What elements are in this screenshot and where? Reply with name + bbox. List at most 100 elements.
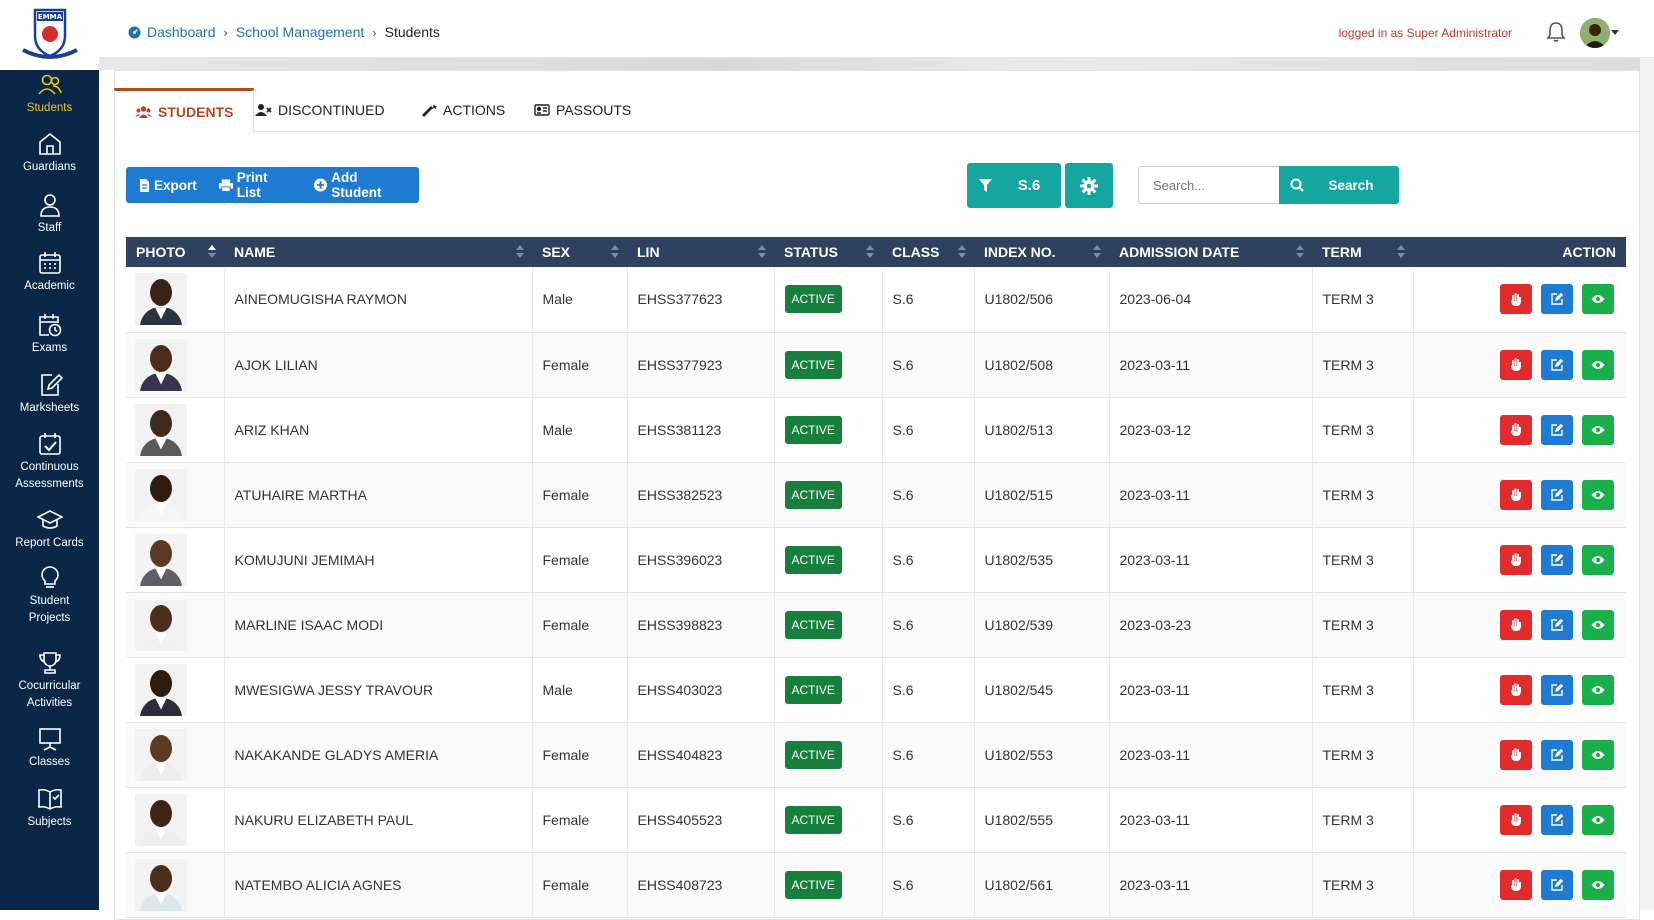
column-header-lin[interactable]: LIN [627,237,774,267]
view-button[interactable] [1582,349,1614,380]
sort-arrows-icon[interactable] [208,245,216,259]
sidebar-item-cocurricular-activities[interactable]: Cocurricular Activities [0,650,99,712]
table-row[interactable]: NATEMBO ALICIA AGNES Female EHSS408723 ACTI… [126,852,1626,917]
sidebar-item-academic[interactable]: Academic [0,250,99,295]
discontinue-button[interactable] [1500,804,1532,835]
student-lin: EHSS381123 [627,397,775,462]
view-button[interactable] [1582,609,1614,640]
scrollbar[interactable] [1640,58,1654,910]
breadcrumb-dashboard[interactable]: Dashboard [147,24,216,40]
discontinue-button[interactable] [1500,609,1532,640]
sort-arrows-icon[interactable] [1397,245,1405,259]
chevron-down-icon[interactable] [1611,30,1619,35]
column-header-class[interactable]: CLASS [882,237,974,267]
sidebar-item-students[interactable]: Students [0,72,99,117]
edit-button[interactable] [1541,414,1573,445]
table-row[interactable]: MWESIGWA JESSY TRAVOUR Male EHSS403023 ACTI… [126,657,1626,722]
student-photo[interactable] [135,728,187,781]
column-header-index-no[interactable]: INDEX NO. [974,237,1109,267]
edit-button[interactable] [1541,869,1573,900]
table-row[interactable]: AINEOMUGISHA RAYMON Male EHSS377623 ACTIVE S… [126,267,1626,332]
sidebar-item-student-projects[interactable]: Student Projects [0,565,99,627]
search-input[interactable] [1138,166,1279,204]
settings-button[interactable] [1065,163,1113,208]
edit-button[interactable] [1541,544,1573,575]
column-header-admission-date[interactable]: ADMISSION DATE [1109,237,1312,267]
column-header-sex[interactable]: SEX [532,237,627,267]
table-row[interactable]: ARIZ KHAN Male EHSS381123 ACTIVE S.6 U1802/51… [126,397,1626,462]
tab-passouts[interactable]: PASSOUTS [514,88,651,132]
student-photo[interactable] [135,468,187,521]
discontinue-button[interactable] [1500,869,1532,900]
column-header-name[interactable]: NAME [224,237,532,267]
view-button[interactable] [1582,414,1614,445]
sort-arrows-icon[interactable] [611,245,619,259]
sort-arrows-icon[interactable] [866,245,874,259]
table-row[interactable]: ATUHAIRE MARTHA Female EHSS382523 ACTIVE S.6… [126,462,1626,527]
discontinue-button[interactable] [1500,479,1532,510]
column-header-status[interactable]: STATUS [774,237,882,267]
view-button[interactable] [1582,869,1614,900]
student-photo[interactable] [135,663,187,716]
student-photo[interactable] [135,793,187,846]
sidebar-item-marksheets[interactable]: Marksheets [0,372,99,417]
school-logo[interactable]: EMMA [0,0,99,70]
breadcrumb-school-management[interactable]: School Management [236,24,364,40]
table-row[interactable]: KOMUJUNI JEMIMAH Female EHSS396023 ACTIVE S.… [126,527,1626,592]
edit-button[interactable] [1541,804,1573,835]
edit-button[interactable] [1541,674,1573,705]
user-avatar[interactable] [1580,18,1610,48]
edit-button[interactable] [1541,609,1573,640]
discontinue-button[interactable] [1500,349,1532,380]
table-row[interactable]: NAKURU ELIZABETH PAUL Female EHSS405523 ACT… [126,787,1626,852]
tab-students[interactable]: STUDENTS [114,88,255,133]
sidebar-item-continuous-assessments[interactable]: Continuous Assessments [0,431,99,493]
sidebar-item-subjects[interactable]: Subjects [0,786,99,831]
sidebar-item-report-cards[interactable]: Report Cards [0,507,99,552]
student-photo[interactable] [135,403,187,456]
discontinue-button[interactable] [1500,414,1532,445]
export-button[interactable]: Export [126,178,210,193]
sidebar-item-classes[interactable]: Classes [0,726,99,771]
sidebar-item-staff[interactable]: Staff [0,192,99,237]
sort-arrows-icon[interactable] [758,245,766,259]
student-photo[interactable] [135,273,187,326]
bell-icon[interactable] [1546,21,1566,48]
sort-arrows-icon[interactable] [516,245,524,259]
view-button[interactable] [1582,804,1614,835]
column-header-term[interactable]: TERM [1312,237,1413,267]
table-row[interactable]: AJOK LILIAN Female EHSS377923 ACTIVE S.6 U180… [126,332,1626,397]
view-button[interactable] [1582,544,1614,575]
view-button[interactable] [1582,479,1614,510]
table-row[interactable]: NAKAKANDE GLADYS AMERIA Female EHSS404823 A… [126,722,1626,787]
edit-button[interactable] [1541,739,1573,770]
sidebar-item-exams[interactable]: Exams [0,312,99,357]
sort-arrows-icon[interactable] [1296,245,1304,259]
student-photo[interactable] [135,598,187,651]
print-list-button[interactable]: Print List [210,170,304,200]
view-button[interactable] [1582,739,1614,770]
view-button[interactable] [1582,284,1614,315]
tab-actions[interactable]: ACTIONS [402,88,525,132]
view-button[interactable] [1582,674,1614,705]
discontinue-button[interactable] [1500,674,1532,705]
edit-button[interactable] [1541,349,1573,380]
sort-arrows-icon[interactable] [958,245,966,259]
sidebar-item-guardians[interactable]: Guardians [0,131,99,176]
edit-button[interactable] [1541,479,1573,510]
tab-discontinued[interactable]: DISCONTINUED [235,88,405,132]
table-row[interactable]: MARLINE ISAAC MODI Female EHSS398823 ACTIVE… [126,592,1626,657]
discontinue-button[interactable] [1500,284,1532,315]
class-filter-button[interactable]: S.6 [967,163,1061,208]
student-photo[interactable] [135,533,187,586]
photo-cell [126,462,225,527]
column-header-photo[interactable]: PHOTO [126,237,224,267]
discontinue-button[interactable] [1500,544,1532,575]
student-photo[interactable] [135,338,187,391]
student-photo[interactable] [135,858,187,911]
add-student-button[interactable]: Add Student [304,170,419,200]
edit-button[interactable] [1541,284,1573,315]
discontinue-button[interactable] [1500,739,1532,770]
sort-arrows-icon[interactable] [1093,245,1101,259]
search-button[interactable]: Search [1279,166,1399,204]
